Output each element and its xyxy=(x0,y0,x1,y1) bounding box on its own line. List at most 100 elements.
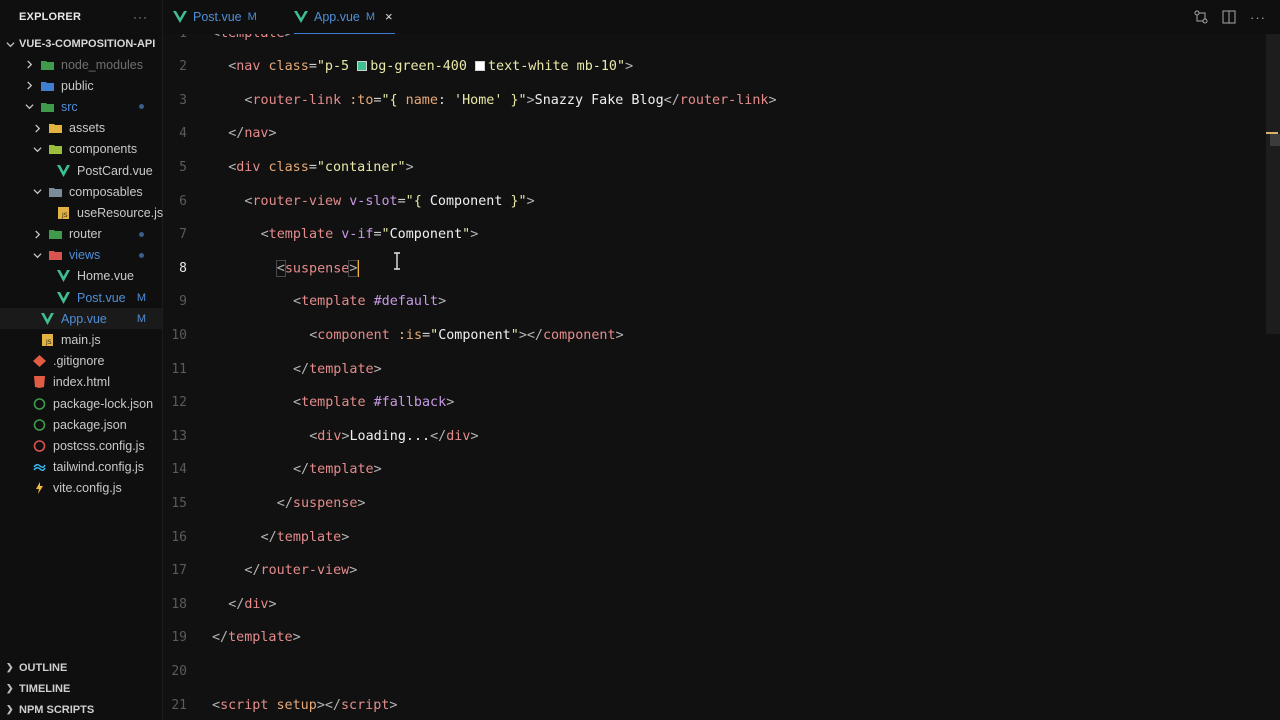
tree-item-vite-config-js[interactable]: vite.config.js xyxy=(0,478,162,499)
code-text: <nav class="p-5 bg-green-400 text-white … xyxy=(228,59,633,74)
tree-item-label: useResource.js xyxy=(77,205,164,220)
src-folder-icon xyxy=(41,101,54,113)
tree-item-router[interactable]: router xyxy=(0,224,162,245)
html-file-icon xyxy=(33,376,46,389)
code-line[interactable]: 15 </suspense> xyxy=(163,493,1263,513)
close-icon[interactable]: × xyxy=(385,9,393,24)
tree-item-home-vue[interactable]: Home.vue xyxy=(0,266,162,287)
composables-folder-icon xyxy=(49,186,62,198)
code-line[interactable]: 7 <template v-if="Component"> xyxy=(163,225,1263,245)
code-token: = xyxy=(397,193,406,209)
code-line[interactable]: 2 <nav class="p-5 bg-green-400 text-white… xyxy=(163,57,1263,77)
code-token: v-slot xyxy=(349,193,398,209)
tree-item-components[interactable]: components xyxy=(0,139,162,160)
code-line[interactable]: 11 </template> xyxy=(163,359,1263,379)
tab-post-vue[interactable]: Post.vue M xyxy=(173,0,257,34)
code-line[interactable]: 13 <div>Loading...</div> xyxy=(163,426,1263,446)
code-token: Component xyxy=(429,193,503,209)
code-token: > xyxy=(373,361,382,377)
tree-item-tailwind-config-js[interactable]: tailwind.config.js xyxy=(0,457,162,478)
compare-changes-icon[interactable] xyxy=(1194,10,1208,24)
chevron-down-icon xyxy=(24,102,34,112)
code-text: <template #fallback> xyxy=(293,395,454,410)
tree-item-label: assets xyxy=(69,121,106,136)
line-number: 12 xyxy=(171,395,187,411)
tree-item-package-json[interactable]: package.json xyxy=(0,414,162,435)
code-token: #default xyxy=(373,294,439,310)
scrollbar[interactable] xyxy=(1266,34,1280,334)
color-swatch[interactable] xyxy=(475,61,485,72)
code-token: </ xyxy=(228,596,245,612)
code-token: }" xyxy=(502,193,527,209)
code-token: </ xyxy=(228,126,245,142)
code-line[interactable]: 6 <router-view v-slot="{ Component }"> xyxy=(163,191,1263,211)
tree-item-useresource-js[interactable]: JS useResource.js xyxy=(0,202,164,223)
tailwind-file-icon xyxy=(33,461,46,473)
tree-item-composables[interactable]: composables xyxy=(0,181,162,202)
code-line[interactable]: 3 <router-link :to="{ name: 'Home' }">Sna… xyxy=(163,90,1263,110)
code-line[interactable]: 14 </template> xyxy=(163,460,1263,480)
code-token: ></ xyxy=(316,697,341,713)
tab-app-vue[interactable]: App.vue M × xyxy=(294,0,395,34)
code-token: > xyxy=(405,159,414,175)
code-token: div xyxy=(317,428,342,444)
code-text: <router-view v-slot="{ Component }"> xyxy=(244,194,534,209)
tree-item-label: main.js xyxy=(61,333,101,348)
modified-badge: M xyxy=(136,312,146,325)
chevron-right-icon: ❯ xyxy=(6,662,14,672)
vue-file-icon xyxy=(57,270,70,283)
code-token: Component xyxy=(389,227,463,243)
tree-item-post-vue[interactable]: Post.vue M xyxy=(0,287,162,308)
code-line[interactable]: 17 </router-view> xyxy=(163,561,1263,581)
code-line[interactable]: 20 xyxy=(163,661,1263,681)
color-swatch[interactable] xyxy=(357,61,368,72)
tree-item-gitignore[interactable]: .gitignore xyxy=(0,351,162,372)
tree-item-main-js[interactable]: JS main.js xyxy=(0,329,162,350)
timeline-panel[interactable]: ❯ TIMELINE xyxy=(0,678,163,699)
outline-label: OUTLINE xyxy=(19,661,68,674)
tree-item-app-vue[interactable]: App.vue M xyxy=(0,308,162,330)
code-line[interactable]: 19 </template> xyxy=(163,628,1263,648)
more-actions-icon[interactable]: ··· xyxy=(133,10,148,24)
tree-item-node-modules[interactable]: node_modules xyxy=(0,54,162,75)
tree-item-index-html[interactable]: index.html xyxy=(0,372,162,393)
tree-item-package-lock-json[interactable]: package-lock.json xyxy=(0,393,162,414)
code-line[interactable]: 4 </nav> xyxy=(163,124,1263,144)
code-token: = xyxy=(373,227,382,243)
line-number: 21 xyxy=(171,697,187,713)
line-number: 13 xyxy=(171,428,187,444)
code-line[interactable]: 8 <suspense> xyxy=(163,258,1263,278)
code-editor[interactable]: 1<template> 2<nav class="p-5 bg-green-400… xyxy=(163,34,1280,720)
scrollbar-thumb[interactable] xyxy=(1270,134,1280,146)
npm-scripts-panel[interactable]: ❯ NPM SCRIPTS xyxy=(0,699,163,720)
line-number: 4 xyxy=(179,126,187,142)
split-editor-icon[interactable] xyxy=(1222,10,1236,24)
tree-item-views[interactable]: views xyxy=(0,245,162,266)
tree-item-postcss-config-js[interactable]: postcss.config.js xyxy=(0,435,162,456)
code-token: router-view xyxy=(252,193,350,209)
code-token: class xyxy=(268,159,309,175)
project-root[interactable]: VUE-3-COMPOSITION-API xyxy=(0,34,162,54)
code-line[interactable]: 21 <script setup></script> xyxy=(163,695,1263,715)
code-line[interactable]: 18 </div> xyxy=(163,594,1263,614)
code-token: " xyxy=(430,327,439,343)
code-line[interactable]: 9 <template #default> xyxy=(163,292,1263,312)
code-line[interactable]: 10 <component :is="Component"></component… xyxy=(163,325,1263,345)
code-line[interactable]: 1 <template> xyxy=(163,34,1263,43)
tree-item-postcard-vue[interactable]: PostCard.vue xyxy=(0,160,162,181)
more-icon[interactable]: ··· xyxy=(1250,10,1266,25)
code-token: template xyxy=(309,462,374,478)
tree-item-public[interactable]: public xyxy=(0,75,162,96)
code-token: v-if xyxy=(341,227,374,243)
tree-item-label: composables xyxy=(69,184,143,199)
code-line[interactable]: 5 <div class="container"> xyxy=(163,157,1263,177)
explorer-sidebar: EXPLORER ··· VUE-3-COMPOSITION-API node_… xyxy=(0,0,163,720)
code-token: router-link xyxy=(252,92,350,108)
outline-panel[interactable]: ❯ OUTLINE xyxy=(0,657,163,678)
tree-item-src[interactable]: src xyxy=(0,96,162,117)
tree-item-assets[interactable]: assets xyxy=(0,118,162,139)
code-token: </ xyxy=(293,361,310,377)
code-line[interactable]: 16 </template> xyxy=(163,527,1263,547)
cursor-position-marker xyxy=(1266,132,1278,134)
code-line[interactable]: 12 <template #fallback> xyxy=(163,393,1263,413)
